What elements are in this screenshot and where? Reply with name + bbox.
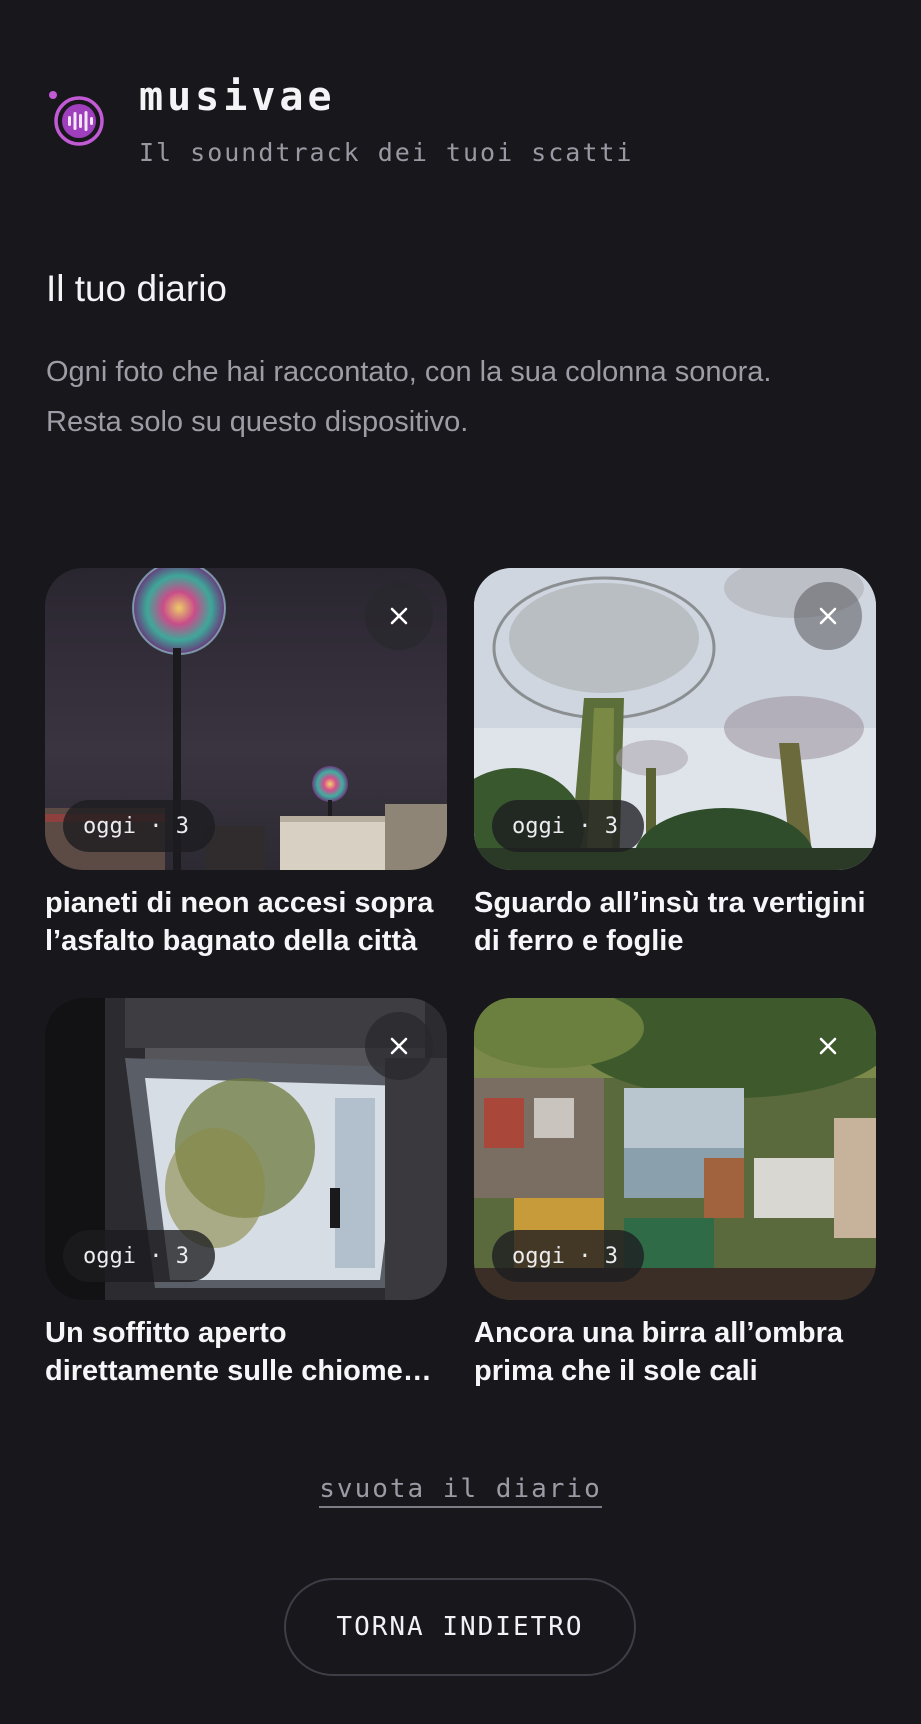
page-title: Il tuo diario <box>46 268 227 309</box>
diary-entry[interactable]: oggi · 3 Un soffitto aperto direttamente… <box>45 998 447 1390</box>
remove-entry-button[interactable] <box>365 1012 433 1080</box>
clear-diary-link[interactable]: svuota il diario <box>319 1474 602 1508</box>
diary-entry[interactable]: oggi · 3 Sguardo all’insù tra vertigini … <box>474 568 876 960</box>
entry-title: Sguardo all’insù tra vertigini di ferro … <box>474 887 866 957</box>
close-icon <box>390 607 408 625</box>
entry-title: Un soffitto aperto direttamente sulle ch… <box>45 1317 403 1387</box>
entry-meta-badge: oggi · 3 <box>492 1230 644 1282</box>
entry-photo[interactable]: oggi · 3 <box>45 998 447 1300</box>
remove-entry-button[interactable] <box>794 1012 862 1080</box>
diary-entry[interactable]: oggi · 3 pianeti di neon accesi sopra l’… <box>45 568 447 960</box>
close-icon <box>819 1037 837 1055</box>
musivae-logo-icon <box>49 91 104 146</box>
entry-meta-badge: oggi · 3 <box>492 800 644 852</box>
entry-photo[interactable]: oggi · 3 <box>45 568 447 870</box>
app-tagline: Il soundtrack dei tuoi scatti <box>139 138 634 167</box>
back-button[interactable]: TORNA INDIETRO <box>284 1578 636 1676</box>
remove-entry-button[interactable] <box>794 582 862 650</box>
entry-meta-badge: oggi · 3 <box>63 1230 215 1282</box>
entry-meta-badge: oggi · 3 <box>63 800 215 852</box>
diary-entry[interactable]: oggi · 3 Ancora una birra all’ombra prim… <box>474 998 876 1390</box>
clear-diary-container: svuota il diario <box>0 1474 921 1508</box>
close-icon <box>390 1037 408 1055</box>
remove-entry-button[interactable] <box>365 582 433 650</box>
entry-title: pianeti di neon accesi sopra l’asfalto b… <box>45 887 434 957</box>
entry-photo[interactable]: oggi · 3 <box>474 998 876 1300</box>
close-icon <box>819 607 837 625</box>
entry-title: Ancora una birra all’ombra prima che il … <box>474 1317 844 1387</box>
entry-photo[interactable]: oggi · 3 <box>474 568 876 870</box>
app-name: musivae <box>139 74 336 120</box>
page-description: Ogni foto che hai raccontato, con la sua… <box>46 356 772 438</box>
app-header: musivae Il soundtrack dei tuoi scatti <box>48 74 868 174</box>
